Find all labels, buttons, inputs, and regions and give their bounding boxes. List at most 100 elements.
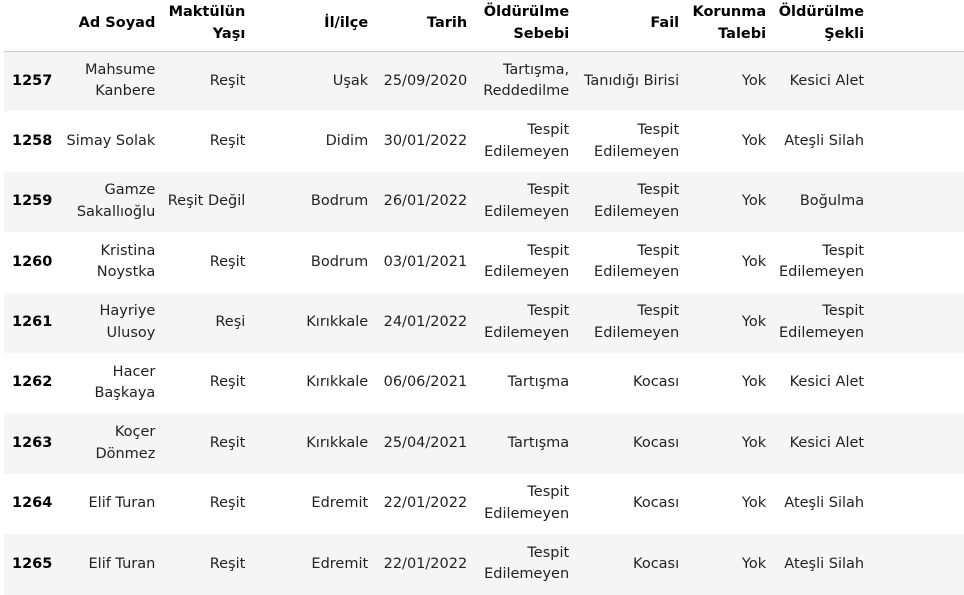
cell-korunma-talebi: Yok — [741, 314, 767, 330]
cell-maktulun-yasi: Reşit — [209, 434, 246, 451]
cell-tarih: 06/06/2021 — [383, 374, 468, 391]
cell-fail: Kocası — [633, 374, 680, 391]
cell-fail: Kocası — [633, 495, 680, 512]
cell-oldurulme-sekli: Ateşli Silah — [784, 495, 865, 512]
cell-tarih: 03/01/2021 — [383, 253, 468, 270]
cell-oldurulme-sekli: Kesici Alet — [789, 72, 865, 89]
cell-il-ilce: Kırıkkale — [306, 374, 369, 391]
cell-maktulun-yasi: Reşit — [209, 253, 246, 270]
header-korunma-talebi: Korunma Talebi — [685, 0, 773, 52]
cell-ad-soyad: Hayriye Ulusoy — [99, 303, 156, 341]
cell-il-ilce: Didim — [325, 132, 369, 149]
table-row: 1258 Simay Solak Reşit Didim 30/01/2022 Tespi… — [4, 111, 964, 172]
table-row: 1259 Gamze Sakallıoğlu Reşit Değil Bodrum 26… — [4, 171, 964, 233]
header-maktulun-yasi: Maktülün Yaşı — [161, 0, 252, 52]
cell-korunma-talebi: Yok — [741, 555, 767, 572]
table-row: 1260 Kristina Noystka Reşit Bodrum 03/01/202… — [4, 232, 964, 293]
data-table: Ad Soyad Maktülün Yaşı İl/ilçe Tarih Öld… — [4, 0, 964, 595]
cell-fail: Tespit Edilemeyen — [594, 182, 680, 220]
cell-extra — [870, 232, 964, 292]
cell-maktulun-yasi: Reşit — [209, 132, 246, 149]
row-index: 1259 — [12, 193, 53, 210]
cell-tarih: 26/01/2022 — [383, 193, 468, 210]
cell-fail: Tespit Edilemeyen — [594, 242, 680, 281]
cell-maktulun-yasi: Reşi — [215, 314, 246, 330]
row-index: 1258 — [12, 132, 53, 149]
header-il-ilce: İl/ilçe — [251, 0, 375, 52]
cell-il-ilce: Edremit — [311, 555, 369, 572]
cell-oldurulme-sebebi: Tespit Edilemeyen — [484, 484, 570, 522]
cell-extra — [870, 413, 964, 473]
cell-ad-soyad: Mahsume Kanbere — [84, 61, 156, 100]
cell-oldurulme-sebebi: Tartışma — [507, 434, 570, 451]
cell-maktulun-yasi: Reşit — [209, 495, 246, 512]
table-row: 1262 Hacer Başkaya Reşit Kırıkkale 06/06/202… — [4, 352, 964, 414]
cell-tarih: 22/01/2022 — [383, 555, 468, 572]
cell-extra — [870, 474, 964, 534]
cell-oldurulme-sekli: Kesici Alet — [789, 434, 865, 451]
cell-fail: Kocası — [633, 555, 680, 572]
cell-maktulun-yasi: Reşit — [209, 374, 246, 391]
cell-korunma-talebi: Yok — [741, 72, 767, 89]
cell-oldurulme-sebebi: Tartışma, Reddedilme — [483, 61, 570, 100]
cell-il-ilce: Kırıkkale — [306, 434, 369, 451]
cell-tarih: 25/04/2021 — [383, 434, 468, 451]
table-row: 1261 Hayriye Ulusoy Reşi Kırıkkale 24/01/202… — [4, 292, 964, 353]
cell-ad-soyad: Elif Turan — [88, 555, 156, 572]
cell-extra — [870, 111, 964, 171]
cell-il-ilce: Bodrum — [310, 253, 369, 270]
row-index: 1257 — [12, 72, 53, 89]
cell-fail: Tanıdığı Birisi — [583, 72, 680, 89]
header-oldurulme-sekli: Öldürülme Şekli — [772, 0, 871, 52]
table-row: 1257 Mahsume Kanbere Reşit Uşak 25/09/2020 Ta… — [4, 51, 964, 112]
cell-oldurulme-sekli: Boğulma — [799, 193, 865, 210]
header-oldurulme-sebebi: Öldürülme Sebebi — [473, 0, 576, 52]
cell-korunma-talebi: Yok — [741, 253, 767, 270]
header-fail: Fail — [575, 0, 686, 52]
header-extra — [870, 0, 964, 52]
cell-ad-soyad: Elif Turan — [88, 495, 156, 512]
cell-ad-soyad: Hacer Başkaya — [94, 363, 156, 402]
cell-maktulun-yasi: Reşit Değil — [167, 193, 246, 210]
cell-oldurulme-sekli: Tespit Edilemeyen — [779, 303, 865, 341]
table-body: 1257 Mahsume Kanbere Reşit Uşak 25/09/2020 Ta… — [4, 51, 964, 595]
cell-extra — [870, 534, 964, 594]
table-row: 1265 Elif Turan Reşit Edremit 22/01/2022 Tesp… — [4, 534, 964, 595]
table-row: 1264 Elif Turan Reşit Edremit 22/01/2022 Tesp… — [4, 473, 964, 535]
cell-extra — [870, 293, 964, 353]
dataframe-container: Ad Soyad Maktülün Yaşı İl/ilçe Tarih Öld… — [4, 0, 964, 595]
cell-ad-soyad: Gamze Sakallıoğlu — [76, 182, 156, 220]
header-tarih: Tarih — [374, 0, 474, 52]
header-ad-soyad: Ad Soyad — [58, 0, 162, 52]
table-header: Ad Soyad Maktülün Yaşı İl/ilçe Tarih Öld… — [4, 0, 964, 52]
cell-ad-soyad: Koçer Dönmez — [95, 424, 156, 462]
cell-extra — [870, 51, 964, 111]
row-index: 1265 — [12, 555, 53, 572]
table-row: 1263 Koçer Dönmez Reşit Kırıkkale 25/04/2021… — [4, 413, 964, 474]
cell-fail: Kocası — [633, 434, 680, 451]
cell-il-ilce: Edremit — [311, 495, 369, 512]
cell-korunma-talebi: Yok — [741, 132, 767, 149]
cell-oldurulme-sekli: Tespit Edilemeyen — [779, 242, 865, 281]
cell-tarih: 30/01/2022 — [383, 132, 468, 149]
cell-extra — [870, 353, 964, 413]
cell-il-ilce: Kırıkkale — [306, 314, 369, 330]
cell-ad-soyad: Simay Solak — [66, 132, 156, 149]
cell-oldurulme-sebebi: Tespit Edilemeyen — [484, 122, 570, 160]
cell-oldurulme-sebebi: Tespit Edilemeyen — [484, 242, 570, 281]
cell-fail: Tespit Edilemeyen — [594, 122, 680, 160]
cell-korunma-talebi: Yok — [741, 374, 767, 391]
cell-il-ilce: Uşak — [332, 72, 369, 89]
cell-oldurulme-sebebi: Tespit Edilemeyen — [484, 182, 570, 220]
cell-fail: Tespit Edilemeyen — [594, 303, 680, 341]
cell-korunma-talebi: Yok — [741, 495, 767, 512]
row-index: 1262 — [12, 374, 53, 391]
cell-korunma-talebi: Yok — [741, 193, 767, 210]
cell-oldurulme-sekli: Ateşli Silah — [784, 132, 865, 149]
header-index — [4, 0, 59, 52]
cell-tarih: 24/01/2022 — [383, 314, 468, 330]
cell-maktulun-yasi: Reşit — [209, 72, 246, 89]
cell-oldurulme-sebebi: Tespit Edilemeyen — [484, 544, 570, 583]
cell-oldurulme-sekli: Kesici Alet — [789, 374, 865, 391]
cell-il-ilce: Bodrum — [310, 193, 369, 210]
